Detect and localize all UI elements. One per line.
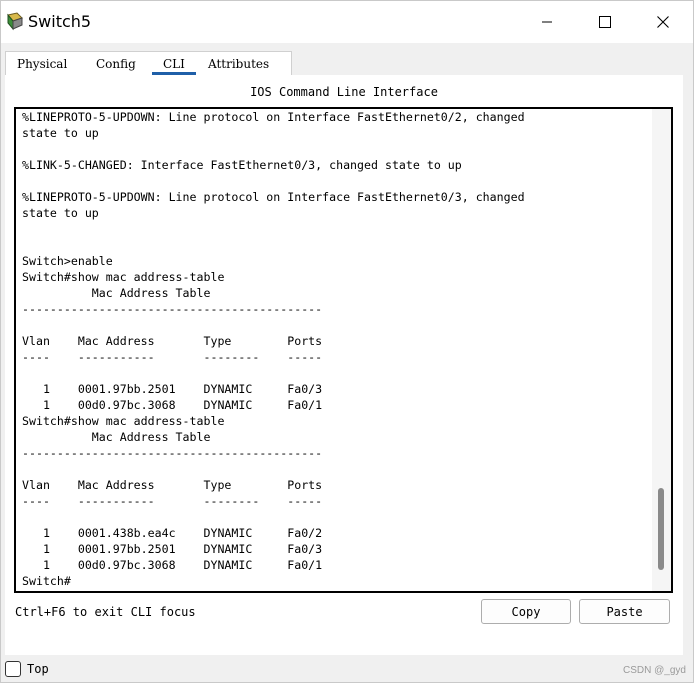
terminal-scrollbar[interactable]: [652, 109, 671, 591]
minimize-button[interactable]: [518, 1, 576, 43]
cli-output[interactable]: %LINEPROTO-5-UPDOWN: Line protocol on In…: [22, 109, 525, 589]
paste-button[interactable]: Paste: [579, 599, 670, 624]
tab-physical[interactable]: Physical: [17, 57, 67, 71]
close-button[interactable]: [634, 1, 692, 43]
tab-cli[interactable]: CLI: [163, 57, 185, 71]
minimize-icon: [541, 13, 553, 32]
top-checkbox[interactable]: [5, 661, 21, 677]
cli-terminal[interactable]: %LINEPROTO-5-UPDOWN: Line protocol on In…: [14, 107, 673, 593]
tab-config[interactable]: Config: [96, 57, 136, 71]
title-bar[interactable]: Switch5: [1, 1, 693, 43]
packet-tracer-switch-icon: [5, 11, 25, 31]
copy-button[interactable]: Copy: [481, 599, 571, 624]
window-title: Switch5: [28, 12, 92, 31]
cli-focus-hint: Ctrl+F6 to exit CLI focus: [15, 605, 196, 619]
tab-bar: Physical Config CLI Attributes: [5, 51, 292, 76]
top-checkbox-label: Top: [27, 662, 49, 676]
close-icon: [657, 13, 669, 32]
switch5-window: Switch5 Physical Config CLI Attributes I…: [0, 0, 694, 683]
cli-heading: IOS Command Line Interface: [250, 85, 438, 99]
maximize-icon: [599, 13, 611, 32]
scrollbar-thumb[interactable]: [658, 488, 664, 570]
tab-attributes[interactable]: Attributes: [208, 57, 269, 71]
watermark: CSDN @_gyd: [623, 665, 686, 676]
maximize-button[interactable]: [576, 1, 634, 43]
